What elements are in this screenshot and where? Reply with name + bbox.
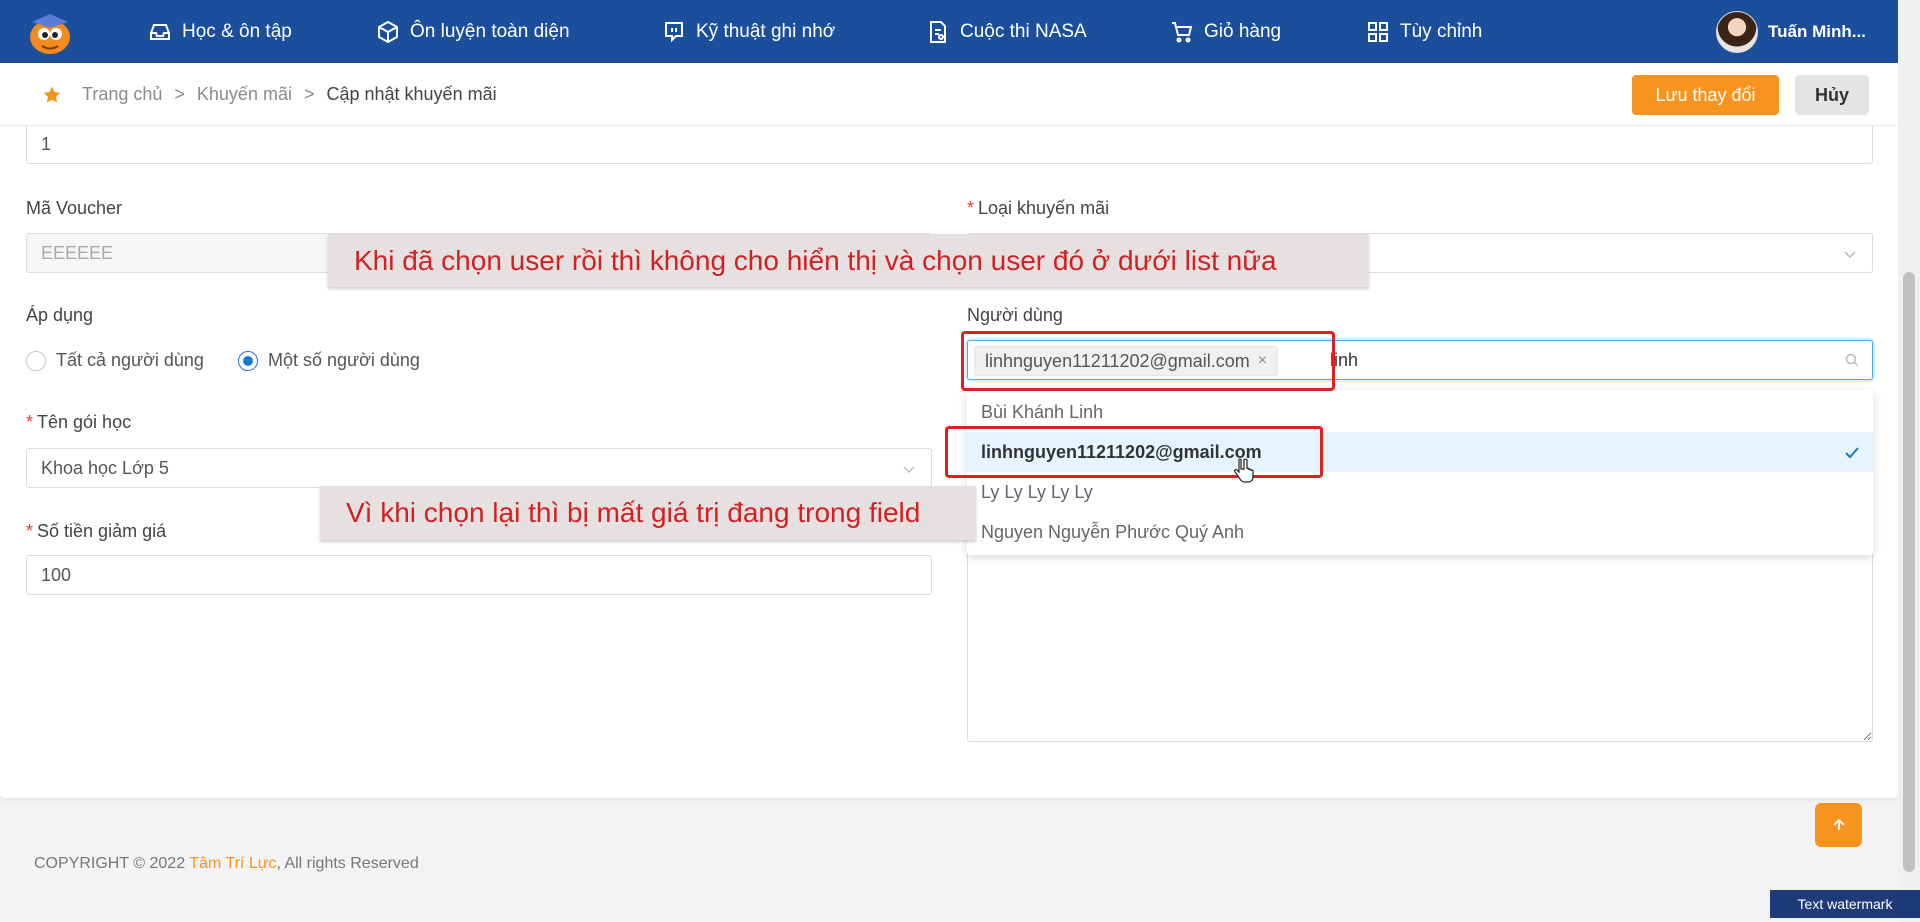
top-value-field[interactable]: 1	[26, 126, 1873, 164]
nav-label: Học & ôn tập	[182, 20, 292, 42]
nav-label: Cuộc thi NASA	[960, 20, 1087, 42]
footer-copyright: COPYRIGHT © 2022 Tâm Trí Lực, All rights…	[34, 855, 419, 872]
breadcrumb: Trang chủ > Khuyến mãi > Cập nhật khuyến…	[42, 63, 497, 126]
radio-some-label: Một số người dùng	[268, 350, 420, 370]
nav-label: Kỹ thuật ghi nhớ	[696, 20, 836, 42]
chevron-down-icon	[1844, 251, 1856, 259]
nav-item-settings[interactable]: Tùy chỉnh	[1366, 0, 1482, 63]
nav-item-practice[interactable]: Ôn luyện toàn diện	[376, 0, 570, 63]
description-textarea[interactable]	[967, 540, 1873, 742]
logo-icon[interactable]	[24, 10, 74, 56]
radio-all-label: Tất cả người dùng	[56, 350, 204, 370]
apply-label: Áp dụng	[26, 305, 94, 325]
nav-item-memory[interactable]: Kỹ thuật ghi nhớ	[662, 0, 835, 63]
voucher-value: EEEEEE	[41, 242, 114, 263]
save-button[interactable]: Lưu thay đổi	[1632, 75, 1779, 115]
radio-button-selected[interactable]	[238, 350, 258, 371]
voucher-label: Mã Voucher	[26, 198, 123, 218]
top-value: 1	[41, 134, 52, 154]
promo-type-label: * Loại khuyến mãi	[967, 198, 1110, 218]
watermark-label: Text watermark	[1770, 890, 1920, 918]
breadcrumb-home[interactable]: Trang chủ	[82, 84, 162, 105]
radio-all-users[interactable]: Tất cả người dùng	[26, 350, 204, 371]
inbox-icon	[150, 23, 170, 40]
arrow-up-icon	[1832, 818, 1845, 830]
cancel-button[interactable]: Hủy	[1795, 75, 1869, 115]
page-scrollbar[interactable]	[1898, 0, 1920, 922]
discount-input[interactable]: 100	[26, 555, 932, 595]
nav-item-cart[interactable]: Giỏ hàng	[1170, 0, 1281, 63]
breadcrumb-separator: >	[174, 84, 185, 104]
chat-bubble-icon	[665, 21, 683, 42]
radio-button[interactable]	[26, 350, 46, 371]
avatar	[1716, 11, 1758, 53]
cube-icon	[378, 20, 398, 43]
annotation-note-bottom: Vì khi chọn lại thì bị mất giá trị đang …	[320, 486, 976, 540]
breadcrumb-bar: Trang chủ > Khuyến mãi > Cập nhật khuyến…	[0, 63, 1898, 126]
nav-label: Tùy chỉnh	[1400, 20, 1483, 42]
course-value: Khoa học Lớp 5	[41, 457, 169, 478]
grid-icon	[1368, 21, 1388, 42]
breadcrumb-section[interactable]: Khuyến mãi	[197, 84, 292, 105]
discount-value: 100	[41, 564, 72, 585]
nav-label: Giỏ hàng	[1204, 20, 1282, 42]
course-select[interactable]: Khoa học Lớp 5	[26, 448, 932, 488]
chevron-down-icon	[903, 466, 915, 474]
nav-item-nasa[interactable]: Cuộc thi NASA	[926, 0, 1087, 63]
star-icon	[43, 86, 61, 103]
footer-brand-link[interactable]: Tâm Trí Lực	[189, 855, 276, 872]
scroll-to-top-button[interactable]	[1815, 803, 1862, 847]
discount-label: * Số tiền giảm giá	[26, 521, 167, 541]
nav-item-study[interactable]: Học & ôn tập	[148, 0, 292, 63]
top-navbar: Học & ôn tập Ôn luyện toàn diện Kỹ thuật…	[0, 0, 1898, 63]
annotation-highlight-tag	[961, 331, 1335, 391]
course-label: * Tên gói học	[26, 412, 132, 432]
cart-icon	[1172, 21, 1193, 42]
dropdown-option[interactable]: Ly Ly Ly Ly Ly	[967, 472, 1873, 512]
dropdown-option[interactable]: Nguyen Nguyễn Phước Quý Anh	[967, 512, 1873, 552]
user-name: Tuấn Minh...	[1768, 22, 1866, 41]
users-label: Người dùng	[967, 305, 1063, 325]
check-icon	[1845, 447, 1859, 459]
annotation-note-top: Khi đã chọn user rồi thì không cho hiển …	[328, 234, 1369, 287]
scrollbar-thumb[interactable]	[1903, 272, 1915, 872]
breadcrumb-current: Cập nhật khuyến mãi	[326, 84, 497, 104]
nav-label: Ôn luyện toàn diện	[410, 20, 570, 42]
user-menu[interactable]: Tuấn Minh...	[1716, 10, 1866, 54]
hand-cursor-icon	[1234, 458, 1254, 483]
radio-some-users[interactable]: Một số người dùng	[238, 350, 420, 371]
breadcrumb-separator: >	[303, 84, 315, 104]
search-icon	[1845, 353, 1859, 367]
annotation-highlight-option	[945, 426, 1323, 478]
document-icon	[930, 20, 946, 43]
